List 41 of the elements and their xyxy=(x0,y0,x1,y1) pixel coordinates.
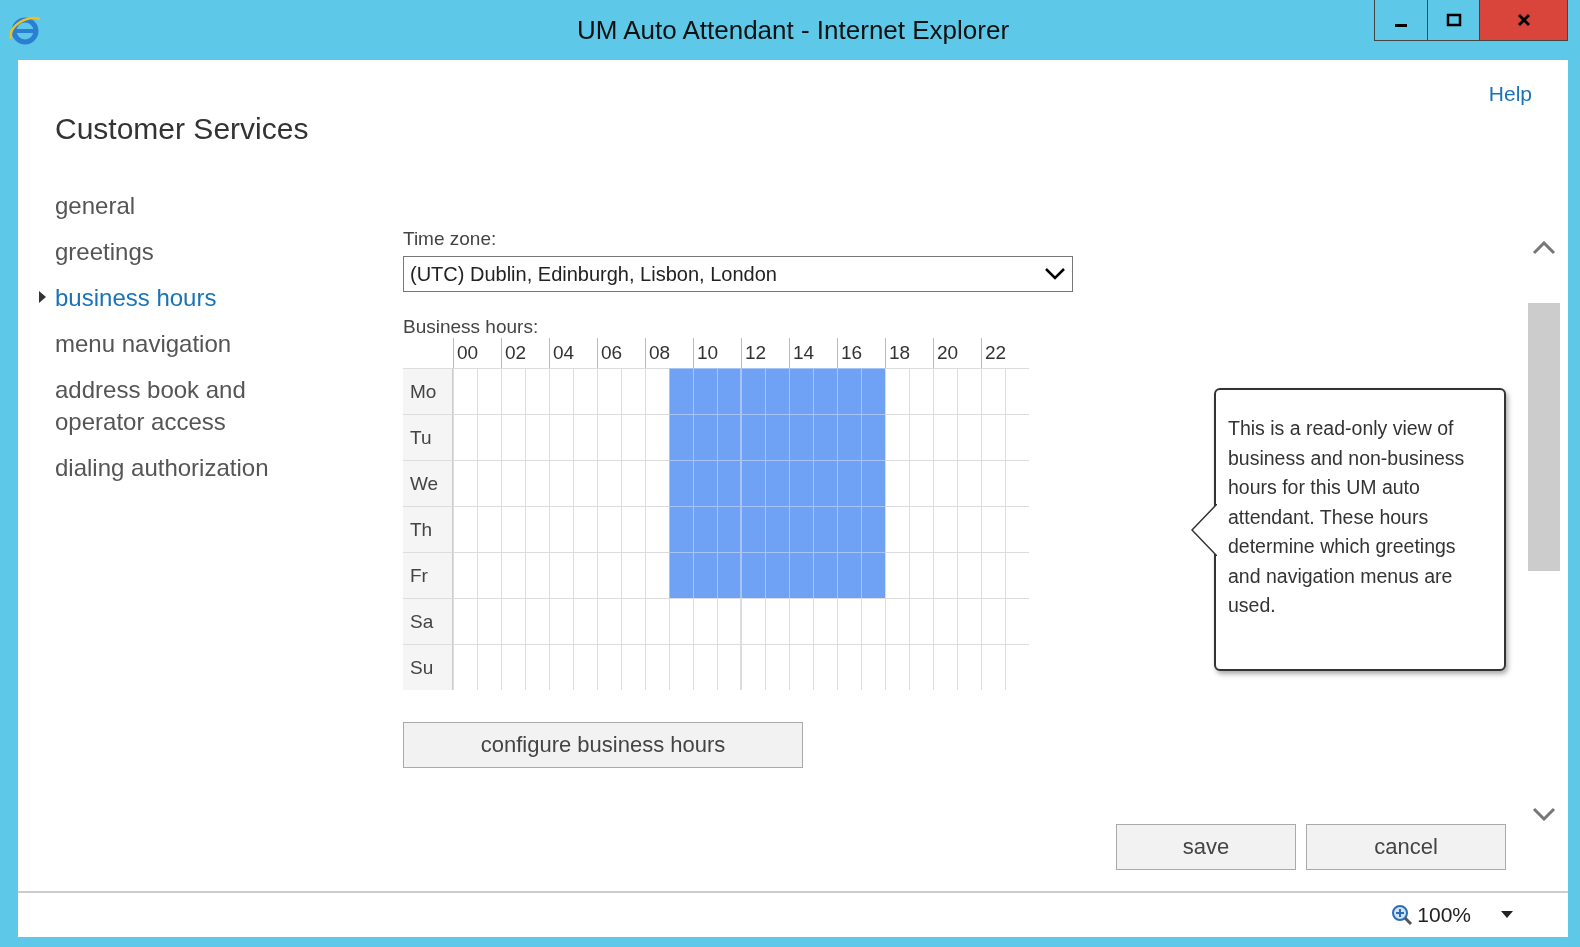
day-label: Fr xyxy=(403,552,453,598)
nav-link[interactable]: dialing authorization xyxy=(55,452,315,484)
close-icon xyxy=(1515,12,1532,28)
nav-link[interactable]: general xyxy=(55,190,315,222)
zoom-icon[interactable] xyxy=(1391,904,1414,926)
window-title: UM Auto Attendant - Internet Explorer xyxy=(575,14,1011,46)
nav-link[interactable]: business hours xyxy=(55,282,315,314)
business-hours-label: Business hours: xyxy=(403,316,540,338)
time-zone-label: Time zone: xyxy=(403,228,498,250)
day-label: Su xyxy=(403,644,453,690)
page-title: Customer Services xyxy=(55,112,309,146)
day-label: Sa xyxy=(403,598,453,644)
cancel-button[interactable]: cancel xyxy=(1306,824,1506,870)
nav-link[interactable]: greetings xyxy=(55,236,315,268)
scrollbar-thumb[interactable] xyxy=(1528,303,1560,571)
nav-link[interactable]: menu navigation xyxy=(55,328,315,360)
day-label: We xyxy=(403,460,453,506)
day-label: Mo xyxy=(403,368,453,414)
day-label: Th xyxy=(403,506,453,552)
tooltip-pointer xyxy=(1191,504,1217,556)
time-zone-dropdown[interactable]: (UTC) Dublin, Edinburgh, Lisbon, London xyxy=(403,256,1073,292)
hour-label: 02 xyxy=(501,338,549,368)
hour-label: 20 xyxy=(933,338,981,368)
hour-label: 22 xyxy=(981,338,1029,368)
save-button[interactable]: save xyxy=(1116,824,1296,870)
day-label: Tu xyxy=(403,414,453,460)
scroll-down-icon[interactable] xyxy=(1532,807,1556,821)
help-link[interactable]: Help xyxy=(1488,82,1532,106)
hour-label: 06 xyxy=(597,338,645,368)
hour-label: 04 xyxy=(549,338,597,368)
selected-caret-icon xyxy=(39,291,46,303)
maximize-icon xyxy=(1445,12,1462,28)
minimize-icon xyxy=(1395,23,1407,27)
configure-business-hours-button[interactable]: configure business hours xyxy=(403,722,803,768)
scroll-up-icon[interactable] xyxy=(1532,241,1556,255)
dropdown-caret-icon[interactable] xyxy=(1501,911,1513,919)
chevron-down-icon xyxy=(1044,267,1066,281)
nav-link[interactable]: address book and operator access xyxy=(55,374,315,438)
hour-label: 18 xyxy=(885,338,933,368)
zoom-level[interactable]: 100% xyxy=(1417,903,1471,927)
hour-label: 00 xyxy=(453,338,501,368)
